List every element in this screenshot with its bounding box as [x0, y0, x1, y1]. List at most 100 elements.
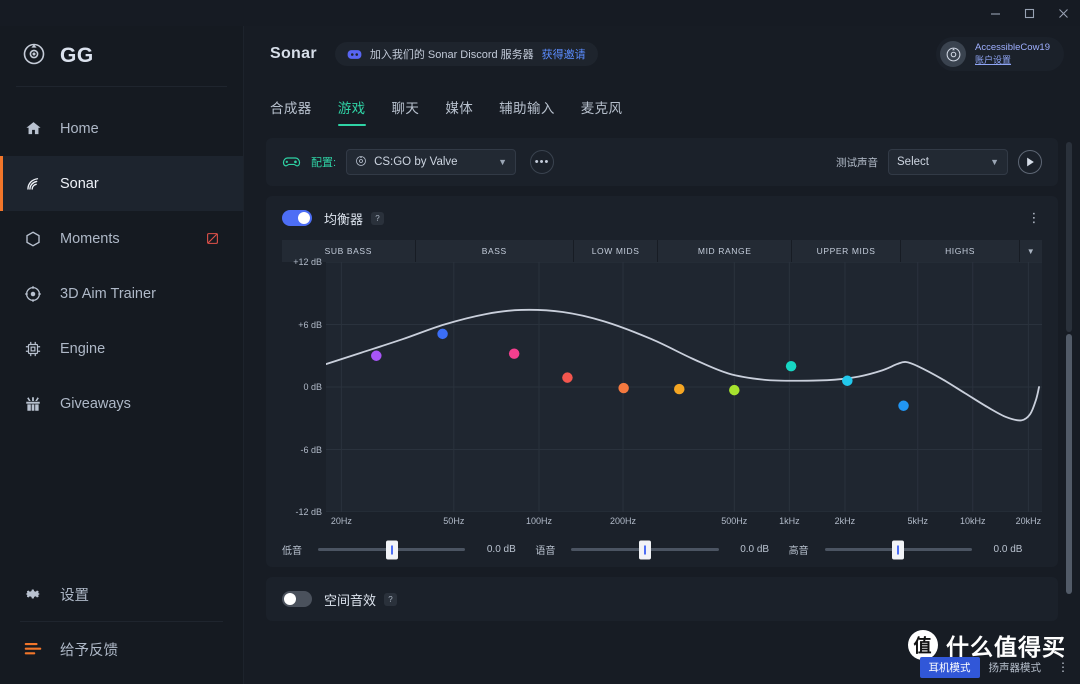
mode-tab-speakers[interactable]: 扬声器模式 — [980, 657, 1051, 678]
eq-curve-svg — [326, 262, 1042, 512]
eq-band-point[interactable] — [898, 400, 909, 411]
slider-voice[interactable]: 语音 0.0 dB — [535, 540, 788, 559]
user-account-widget[interactable]: AccessibleCow19 账户设置 — [936, 37, 1064, 71]
profile-more-button[interactable]: ••• — [530, 150, 555, 174]
mode-tab-headphones[interactable]: 耳机模式 — [919, 657, 980, 678]
eq-band-point[interactable] — [729, 384, 740, 396]
tab-game[interactable]: 游戏 — [337, 97, 366, 126]
gift-icon — [22, 395, 44, 413]
eq-band-point[interactable] — [508, 348, 520, 359]
band-highs[interactable]: HIGHS — [901, 240, 1020, 262]
tab-mixer[interactable]: 合成器 — [270, 97, 312, 126]
sidebar-item-3d-aim-trainer[interactable]: 3D Aim Trainer — [0, 266, 243, 321]
tab-aux[interactable]: 辅助输入 — [499, 97, 555, 126]
band-low-mids[interactable]: LOW MIDS — [573, 240, 659, 262]
tab-chat[interactable]: 聊天 — [392, 97, 420, 126]
slider-label: 低音 — [282, 546, 302, 557]
content-area: 配置: CS:GO by Valve ▼ ••• 测试声音 Select ▼ 均… — [244, 126, 1080, 684]
band-mid-range[interactable]: MID RANGE — [658, 240, 792, 262]
x-tick-label: 2kHz — [834, 516, 856, 526]
x-tick-label: 1kHz — [779, 516, 800, 526]
help-icon[interactable]: ? — [371, 211, 385, 225]
slider-thumb[interactable] — [892, 540, 905, 559]
eq-band-point[interactable] — [371, 350, 382, 361]
record-off-icon — [206, 232, 219, 245]
slider-label: 语音 — [535, 546, 556, 557]
chevron-down-icon: ▼ — [498, 157, 508, 167]
scrollbar-track[interactable] — [1066, 142, 1072, 332]
target-icon — [22, 285, 44, 303]
slider-treble[interactable]: 高音 0.0 dB — [789, 540, 1042, 559]
close-button[interactable] — [1046, 0, 1080, 26]
sidebar-item-engine[interactable]: Engine — [0, 321, 243, 376]
eq-band-point[interactable] — [674, 383, 685, 395]
sidebar-item-label: Moments — [60, 230, 120, 247]
brand-logo: GG — [0, 26, 243, 86]
sidebar-item-label: 设置 — [60, 587, 89, 604]
steelseries-icon — [22, 42, 46, 71]
chevron-down-icon: ▼ — [990, 157, 999, 167]
main-panel: Sonar 加入我们的 Sonar Discord 服务器 获得邀请 Acces… — [244, 26, 1080, 684]
eq-sliders: 低音 0.0 dB 语音 0.0 dB 高音 0.0 dB — [282, 540, 1042, 559]
band-upper-mids[interactable]: UPPER MIDS — [792, 240, 902, 262]
sidebar-item-feedback[interactable]: 给予反馈 — [0, 622, 243, 676]
app-body: GG Home Sonar Moments 3D Aim Trainer Eng… — [0, 26, 1080, 684]
profile-label: 配置: — [311, 157, 337, 169]
discord-invite-link[interactable]: 获得邀请 — [542, 46, 586, 62]
sidebar-item-settings[interactable]: 设置 — [0, 567, 243, 621]
profile-select[interactable]: CS:GO by Valve ▼ — [346, 149, 517, 175]
user-name: AccessibleCow19 — [975, 41, 1050, 53]
tab-microphone[interactable]: 麦克风 — [581, 97, 623, 126]
spatial-audio-toggle[interactable] — [282, 591, 312, 607]
account-settings-link[interactable]: 账户设置 — [975, 55, 1050, 67]
avatar — [940, 41, 967, 67]
equalizer-header: 均衡器 ? ⋮ — [266, 196, 1058, 240]
x-tick-label: 50Hz — [443, 516, 465, 526]
scrollbar-thumb[interactable] — [1066, 334, 1072, 594]
spatial-audio-title: 空间音效 — [324, 592, 377, 608]
sidebar-item-home[interactable]: Home — [0, 101, 243, 156]
play-test-sound-button[interactable] — [1018, 150, 1042, 174]
help-icon[interactable]: ? — [384, 592, 398, 606]
eq-band-point[interactable] — [562, 372, 573, 383]
slider-track[interactable] — [318, 540, 466, 559]
mode-menu-button[interactable]: ⋮ — [1056, 661, 1070, 673]
feedback-icon — [22, 642, 44, 656]
slider-track[interactable] — [571, 540, 719, 559]
eq-band-point[interactable] — [785, 360, 797, 372]
maximize-button[interactable] — [1012, 0, 1046, 26]
band-overflow-button[interactable]: ▼ — [1019, 240, 1042, 262]
sidebar-item-giveaways[interactable]: Giveaways — [0, 376, 243, 431]
eq-x-axis: 20Hz 50Hz 100Hz 200Hz 500Hz 1kHz 2kHz 5kHz 10kHz… — [326, 516, 1042, 530]
minimize-button[interactable] — [978, 0, 1012, 26]
slider-thumb[interactable] — [638, 540, 651, 559]
slider-value: 0.0 dB — [486, 544, 516, 555]
home-icon — [22, 120, 44, 137]
equalizer-toggle[interactable] — [282, 210, 312, 226]
slider-thumb[interactable] — [385, 540, 398, 559]
eq-band-point[interactable] — [842, 375, 853, 386]
test-sound-label: 测试声音 — [836, 156, 878, 169]
equalizer-menu-button[interactable]: ⋮ — [1026, 211, 1042, 223]
sidebar-item-sonar[interactable]: Sonar — [0, 156, 243, 211]
discord-invite-banner[interactable]: 加入我们的 Sonar Discord 服务器 获得邀请 — [334, 42, 598, 66]
slider-track[interactable] — [824, 540, 972, 559]
discord-banner-text: 加入我们的 Sonar Discord 服务器 — [369, 49, 534, 61]
y-tick-label: 0 dB — [303, 382, 322, 392]
tab-media[interactable]: 媒体 — [445, 97, 473, 126]
test-sound-select[interactable]: Select ▼ — [888, 149, 1008, 175]
eq-plot-area[interactable] — [326, 262, 1042, 512]
x-tick-label: 20kHz — [1015, 516, 1042, 526]
content-scrollbar[interactable] — [1066, 142, 1072, 684]
sidebar-item-moments[interactable]: Moments — [0, 211, 243, 266]
sidebar-item-label: Giveaways — [60, 395, 131, 412]
band-bass[interactable]: BASS — [415, 240, 574, 262]
eq-graph[interactable]: +12 dB +6 dB 0 dB -6 dB -12 dB — [282, 257, 1042, 517]
eq-band-point[interactable] — [618, 382, 629, 394]
eq-band-header: SUB BASS BASS LOW MIDS MID RANGE UPPER M… — [282, 240, 1042, 262]
eq-band-point[interactable] — [437, 328, 448, 340]
slider-bass[interactable]: 低音 0.0 dB — [282, 540, 535, 559]
x-tick-label: 20Hz — [330, 516, 352, 526]
eq-y-axis: +12 dB +6 dB 0 dB -6 dB -12 dB — [282, 257, 326, 517]
